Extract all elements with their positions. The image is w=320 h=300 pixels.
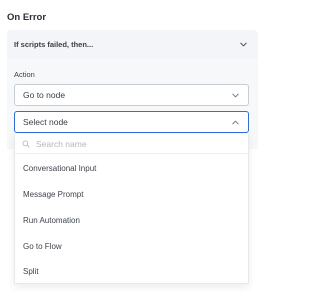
chevron-up-icon [231, 118, 240, 127]
chevron-down-icon [239, 40, 248, 49]
node-dropdown-menu: Conversational Input Message Prompt Run … [14, 134, 249, 284]
action-label: Action [14, 70, 35, 79]
node-option[interactable]: Message Prompt [15, 182, 248, 206]
node-select[interactable]: Select node [14, 111, 249, 133]
search-icon [22, 140, 30, 148]
condition-collapse-header[interactable]: If scripts failed, then... [7, 30, 258, 59]
action-select-value: Go to node [23, 90, 66, 100]
action-select[interactable]: Go to node [14, 84, 249, 106]
on-error-title: On Error [7, 12, 47, 23]
node-option[interactable]: Go to Flow [15, 234, 248, 258]
node-option[interactable]: Split [15, 259, 248, 283]
condition-label: If scripts failed, then... [14, 40, 94, 49]
chevron-down-icon [231, 91, 240, 100]
node-select-value: Select node [23, 117, 68, 127]
node-search-row [15, 134, 248, 154]
node-option[interactable]: Conversational Input [15, 156, 248, 180]
node-search-input[interactable] [36, 138, 226, 149]
node-option[interactable]: Run Automation [15, 208, 248, 232]
